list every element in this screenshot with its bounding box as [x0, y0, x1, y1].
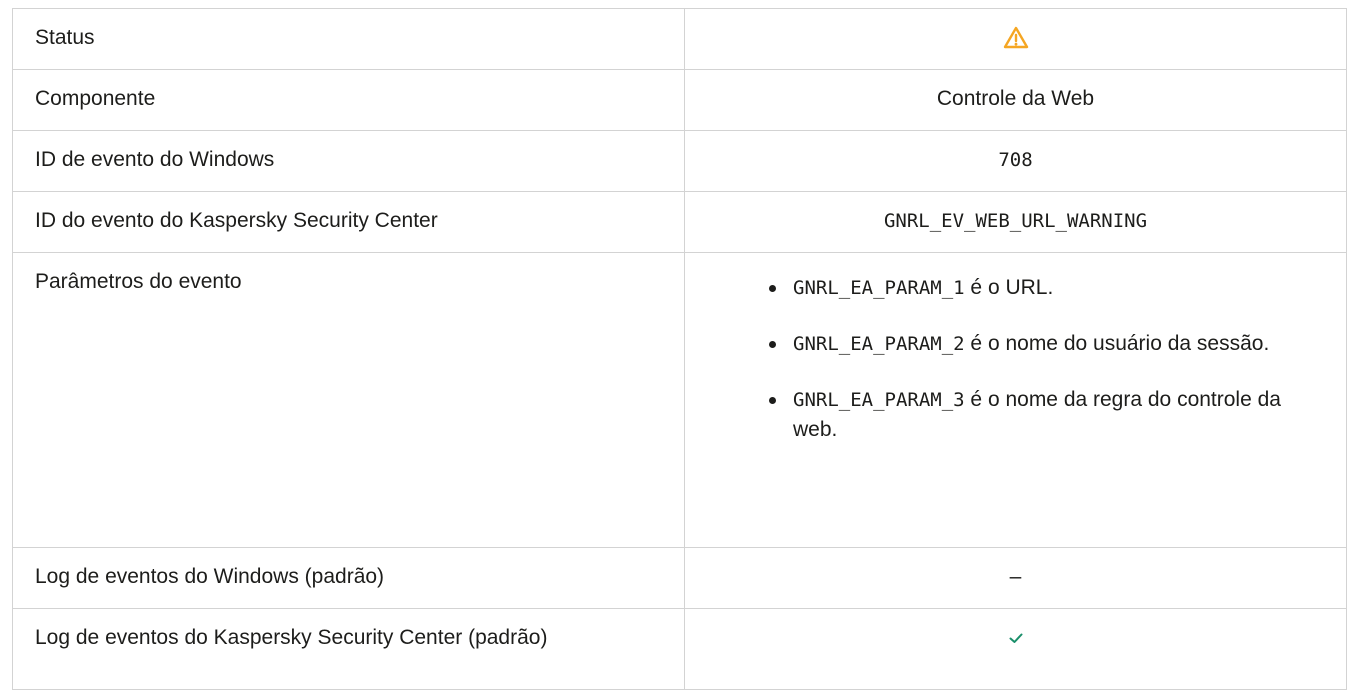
event-properties-table: Status Componente Controle da Web ID de …: [12, 8, 1347, 690]
table-row: Parâmetros do evento GNRL_EA_PARAM_1 é o…: [12, 252, 1347, 548]
ksc-log-value: [684, 608, 1347, 690]
dash-value: –: [1009, 565, 1022, 588]
param-code: GNRL_EA_PARAM_2: [793, 333, 965, 355]
status-label: Status: [12, 8, 685, 70]
ksc-event-id-value: GNRL_EV_WEB_URL_WARNING: [684, 191, 1347, 253]
param-text: é o URL.: [964, 276, 1054, 299]
component-label: Componente: [12, 69, 685, 131]
table-row: ID do evento do Kaspersky Security Cente…: [12, 191, 1347, 253]
component-value: Controle da Web: [684, 69, 1347, 131]
param-code: GNRL_EA_PARAM_1: [793, 277, 965, 299]
param-code: GNRL_EA_PARAM_3: [793, 389, 965, 411]
params-list: GNRL_EA_PARAM_1 é o URL. GNRL_EA_PARAM_2…: [765, 267, 1325, 445]
ksc-event-id-label: ID do evento do Kaspersky Security Cente…: [12, 191, 685, 253]
event-params-label: Parâmetros do evento: [12, 252, 685, 548]
table-row: ID de evento do Windows 708: [12, 130, 1347, 192]
status-value: [684, 8, 1347, 70]
windows-event-id-value: 708: [684, 130, 1347, 192]
bullet-icon: [769, 285, 776, 292]
windows-log-value: –: [684, 547, 1347, 609]
ksc-log-label: Log de eventos do Kaspersky Security Cen…: [12, 608, 685, 690]
list-item: GNRL_EA_PARAM_1 é o URL.: [765, 273, 1325, 303]
checkmark-icon: [1009, 633, 1022, 644]
table-row: Status: [12, 8, 1347, 70]
windows-log-label: Log de eventos do Windows (padrão): [12, 547, 685, 609]
event-params-value: GNRL_EA_PARAM_1 é o URL. GNRL_EA_PARAM_2…: [684, 252, 1347, 548]
warning-triangle-icon: [1003, 27, 1028, 49]
windows-event-id-label: ID de evento do Windows: [12, 130, 685, 192]
list-item: GNRL_EA_PARAM_2 é o nome do usuário da s…: [765, 329, 1325, 359]
bullet-icon: [769, 397, 776, 404]
table-row: Componente Controle da Web: [12, 69, 1347, 131]
list-item: GNRL_EA_PARAM_3 é o nome da regra do con…: [765, 385, 1325, 445]
table-row: Log de eventos do Kaspersky Security Cen…: [12, 608, 1347, 690]
bullet-icon: [769, 341, 776, 348]
table-row: Log de eventos do Windows (padrão) –: [12, 547, 1347, 609]
param-text: é o nome do usuário da sessão.: [964, 332, 1270, 355]
